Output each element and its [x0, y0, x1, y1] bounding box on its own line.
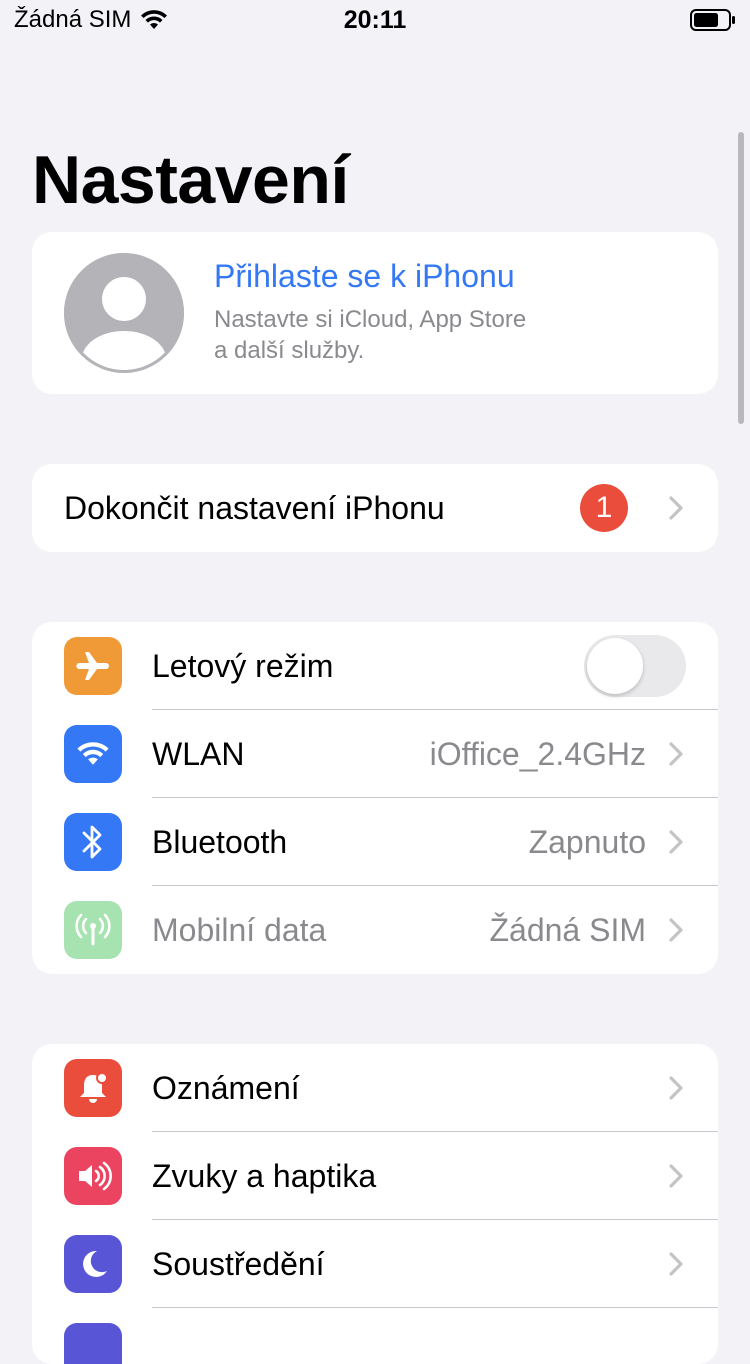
- avatar-icon: [64, 253, 184, 373]
- settings-row-airplane-mode[interactable]: Letový režim: [32, 622, 718, 710]
- mobile-data-value: Žádná SIM: [489, 912, 646, 948]
- status-bar: Žádná SIM 20:11: [0, 0, 750, 40]
- airplane-mode-toggle[interactable]: [584, 635, 686, 697]
- wlan-value: iOffice_2.4GHz: [429, 736, 646, 772]
- clock: 20:11: [343, 6, 407, 34]
- bluetooth-label: Bluetooth: [152, 824, 288, 860]
- sign-in-subtitle-line1: Nastavte si iCloud, App Store: [214, 306, 527, 333]
- wlan-label: WLAN: [152, 736, 245, 772]
- notification-badge: 1: [580, 484, 628, 532]
- antenna-icon: [64, 901, 122, 959]
- chevron-right-icon: [669, 496, 683, 520]
- toggle-knob: [587, 638, 643, 694]
- chevron-right-icon: [669, 742, 683, 766]
- speaker-icon: [64, 1147, 122, 1205]
- settings-row-notifications[interactable]: Oznámení: [32, 1044, 718, 1132]
- finish-setup-label: Dokončit nastavení iPhonu: [64, 490, 445, 526]
- airplane-mode-label: Letový režim: [152, 648, 334, 684]
- moon-icon: [64, 1235, 122, 1293]
- chevron-right-icon: [669, 830, 683, 854]
- settings-row-wlan[interactable]: WLAN iOffice_2.4GHz: [32, 710, 718, 798]
- general-group: Oznámení Zvuky a haptika Soustředění: [32, 1044, 718, 1364]
- airplane-icon: [64, 637, 122, 695]
- sign-in-subtitle-line2: a další služby.: [214, 337, 365, 364]
- scroll-indicator[interactable]: [738, 132, 744, 424]
- settings-row-sounds[interactable]: Zvuky a haptika: [32, 1132, 718, 1220]
- mobile-data-label: Mobilní data: [152, 912, 327, 948]
- chevron-right-icon: [669, 1164, 683, 1188]
- battery-icon: [690, 9, 735, 31]
- finish-setup-row[interactable]: Dokončit nastavení iPhonu 1: [32, 464, 718, 552]
- settings-row-focus[interactable]: Soustředění: [32, 1220, 718, 1308]
- settings-row-partial[interactable]: [32, 1308, 718, 1364]
- settings-row-mobile-data[interactable]: Mobilní data Žádná SIM: [32, 886, 718, 974]
- notifications-label: Oznámení: [152, 1070, 300, 1106]
- chevron-right-icon: [669, 918, 683, 942]
- settings-row-bluetooth[interactable]: Bluetooth Zapnuto: [32, 798, 718, 886]
- sign-in-subtitle: Nastavte si iCloud, App Store a další sl…: [214, 304, 526, 366]
- focus-label: Soustředění: [152, 1246, 325, 1282]
- connectivity-group: Letový režim WLAN iOffice_2.4GHz Bluetoo…: [32, 622, 718, 974]
- chevron-right-icon: [669, 1076, 683, 1100]
- sounds-label: Zvuky a haptika: [152, 1158, 377, 1194]
- chevron-right-icon: [669, 1252, 683, 1276]
- sign-in-card[interactable]: Přihlaste se k iPhonu Nastavte si iCloud…: [32, 232, 718, 394]
- bell-icon: [64, 1059, 122, 1117]
- page-title: Nastavení: [32, 142, 349, 218]
- wifi-icon: [64, 725, 122, 783]
- bluetooth-value: Zapnuto: [528, 824, 646, 860]
- sign-in-title: Přihlaste se k iPhonu: [214, 258, 515, 294]
- app-icon-partial: [64, 1323, 122, 1364]
- bluetooth-icon: [64, 813, 122, 871]
